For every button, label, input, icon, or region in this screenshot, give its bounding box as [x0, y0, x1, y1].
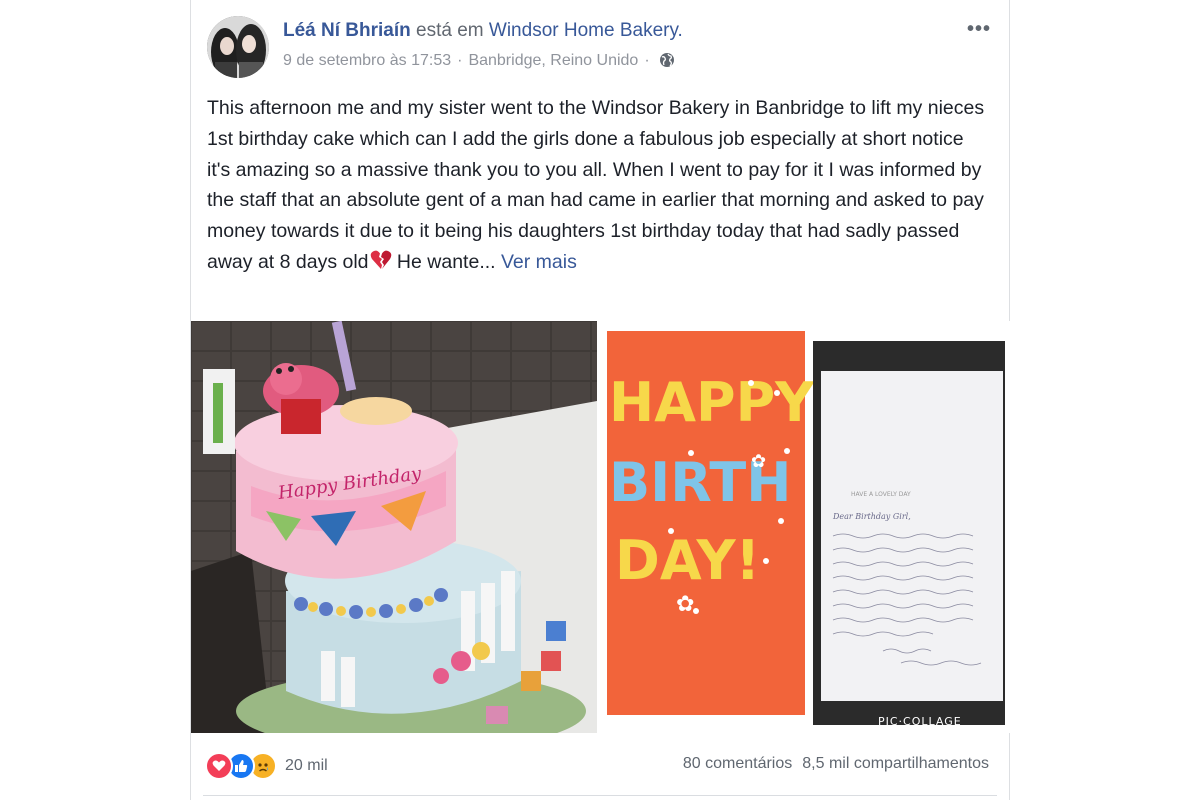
- post-timestamp[interactable]: 9 de setembro às 17:53: [283, 52, 451, 69]
- post-body: This afternoon me and my sister went to …: [207, 93, 987, 280]
- meta-separator-2: ·: [644, 52, 650, 69]
- avatar[interactable]: [207, 16, 269, 78]
- love-reaction-icon: [205, 752, 233, 780]
- checkin-location[interactable]: Windsor Home Bakery.: [489, 20, 683, 41]
- checkin-verb: está em: [416, 20, 484, 41]
- meta-separator: ·: [457, 52, 463, 69]
- flower-icon-2: ✿: [751, 451, 766, 471]
- post-text: This afternoon me and my sister went to …: [207, 97, 985, 273]
- photo-grid: Happy Birthday HAPPY BIRTH DAY! ✿ ✿ HAVE…: [191, 321, 1011, 734]
- globe-icon[interactable]: [659, 52, 675, 73]
- reaction-count[interactable]: 20 mil: [285, 757, 328, 775]
- note-header: HAVE A LOVELY DAY: [851, 491, 911, 498]
- note-greeting: Dear Birthday Girl,: [832, 512, 911, 521]
- card-collage-photo[interactable]: HAPPY BIRTH DAY! ✿ ✿ HAVE A LOVELY DAY D…: [601, 321, 1011, 733]
- cake-photo[interactable]: Happy Birthday: [191, 321, 597, 733]
- card-text-line3: DAY!: [615, 529, 760, 592]
- post-place[interactable]: Banbridge, Reino Unido: [468, 52, 638, 69]
- more-options-icon[interactable]: •••: [967, 18, 991, 41]
- author-name[interactable]: Léá Ní Bhriaín: [283, 20, 411, 41]
- reactions-bar[interactable]: 20 mil: [205, 752, 328, 780]
- divider: [203, 795, 997, 796]
- broken-heart-icon: [370, 249, 392, 280]
- engagement-stats: 80 comentários 8,5 mil compartilhamentos: [683, 755, 989, 773]
- see-more-link[interactable]: Ver mais: [501, 251, 577, 273]
- post-card: Léá Ní Bhriaín está em Windsor Home Bake…: [190, 0, 1011, 800]
- card-text-line1: HAPPY: [609, 371, 815, 434]
- shares-count-link[interactable]: 8,5 mil compartilhamentos: [802, 755, 989, 772]
- post-meta: 9 de setembro às 17:53 · Banbridge, Reino …: [283, 52, 675, 73]
- post-header: Léá Ní Bhriaín está em Windsor Home Bake…: [283, 20, 683, 42]
- post-text-tail: He wante...: [391, 250, 496, 273]
- comments-count-link[interactable]: 80 comentários: [683, 755, 792, 772]
- flower-icon: ✿: [676, 591, 694, 616]
- collage-watermark: PIC·COLLAGE: [878, 715, 962, 728]
